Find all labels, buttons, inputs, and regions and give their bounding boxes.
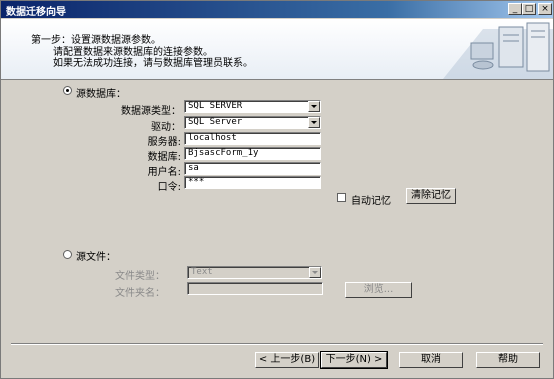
chevron-down-icon (309, 267, 321, 278)
file-name-label: 文件夹名： (115, 288, 165, 299)
source-file-radio[interactable] (63, 250, 72, 259)
footer-separator (11, 343, 543, 345)
auto-remember-checkbox[interactable] (337, 193, 346, 202)
file-type-value: Text (191, 267, 213, 277)
database-input[interactable]: BjsascForm_1y (184, 147, 321, 160)
step-description: 请配置数据来源数据库的连接参数。 如果无法成功连接，请与数据库管理员联系。 (53, 47, 253, 69)
source-db-radio[interactable] (63, 86, 72, 95)
server-label: 服务器: (147, 137, 181, 148)
browse-button: 浏览... (345, 282, 412, 298)
username-label: 用户名: (147, 167, 181, 178)
wizard-window: 数据迁移向导 _ □ × 第一步：设置源数据源参数。 请配置数据来源数据库的连接… (0, 0, 554, 379)
chevron-down-icon[interactable] (308, 117, 320, 128)
datasource-type-label: 数据源类型： (121, 106, 181, 117)
driver-select[interactable]: SQL Server (184, 116, 321, 129)
username-input[interactable]: sa (184, 162, 321, 175)
source-db-label: 源数据库： (76, 89, 126, 100)
help-button[interactable]: 帮助 (476, 352, 540, 368)
file-name-input (187, 282, 323, 295)
description-line-1: 请配置数据来源数据库的连接参数。 (53, 47, 213, 58)
auto-remember-label: 自动记忆 (351, 196, 391, 207)
datasource-type-select[interactable]: SQL SERVER (184, 100, 321, 113)
step-title: 第一步：设置源数据源参数。 (31, 35, 161, 46)
next-button[interactable]: 下一步(N) > (320, 351, 388, 369)
description-line-2: 如果无法成功连接，请与数据库管理员联系。 (53, 58, 253, 69)
password-label: 口令: (157, 182, 181, 193)
driver-label: 驱动： (151, 122, 181, 133)
window-title: 数据迁移向导 (6, 7, 66, 18)
password-input[interactable]: *** (184, 176, 321, 189)
file-type-label: 文件类型： (115, 271, 165, 282)
chevron-down-icon[interactable] (308, 101, 320, 112)
close-button[interactable]: × (538, 3, 552, 15)
source-file-label: 源文件： (76, 252, 116, 263)
server-graphic-icon (443, 22, 553, 79)
server-input[interactable]: localhost (184, 132, 321, 145)
file-type-select: Text (187, 266, 322, 279)
previous-button[interactable]: < 上一步(B) (255, 352, 319, 368)
clear-memory-button[interactable]: 清除记忆 (406, 188, 456, 204)
cancel-button[interactable]: 取消 (399, 352, 463, 368)
title-bar: 数据迁移向导 _ □ × (1, 1, 553, 18)
minimize-button[interactable]: _ (508, 3, 522, 15)
database-label: 数据库: (147, 152, 181, 163)
driver-value: SQL Server (188, 117, 243, 127)
maximize-button[interactable]: □ (522, 3, 536, 15)
datasource-type-value: SQL SERVER (188, 101, 243, 111)
wizard-header: 第一步：设置源数据源参数。 请配置数据来源数据库的连接参数。 如果无法成功连接，… (1, 19, 553, 80)
